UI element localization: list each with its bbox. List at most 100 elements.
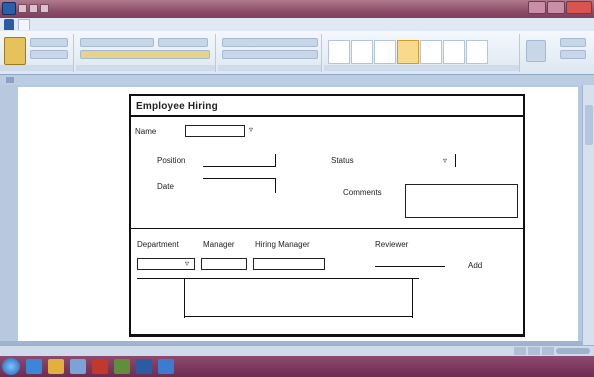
comments-field[interactable] [405,184,518,218]
tab-home[interactable] [18,19,30,30]
full-screen-icon[interactable] [528,347,540,355]
notes-top-rule [137,278,419,279]
status-bar [0,345,594,356]
name-label: Name [135,127,157,136]
date-label: Date [157,182,174,191]
copy-button[interactable] [30,50,68,59]
quick-access-toolbar [18,4,49,14]
web-layout-icon[interactable] [542,347,554,355]
tab-review[interactable] [76,19,86,30]
ribbon-tabs [0,18,594,31]
department-label: Department [137,240,179,249]
position-field-edge [275,154,276,167]
close-button[interactable] [566,1,592,14]
ribbon-group-paragraph [218,34,322,72]
hiring-form: Employee Hiring Name ▿ Position Date Sta… [129,94,525,337]
date-field-edge [275,178,276,193]
taskbar [0,356,594,377]
status-label: Status [331,156,354,165]
ribbon-group-font [76,34,216,72]
ribbon-group-label [324,65,519,71]
list-buttons[interactable] [222,38,318,47]
app-icon[interactable] [158,359,174,374]
date-field[interactable] [203,178,275,179]
notes-right-rule [412,278,413,318]
word-app-icon[interactable] [2,2,16,15]
form-bottom-rule [131,334,523,335]
hiring-manager-label: Hiring Manager [255,240,310,249]
add-button[interactable]: Add [465,261,485,270]
hiring-manager-field[interactable] [253,258,325,270]
minimize-button[interactable] [528,1,546,14]
maximize-button[interactable] [547,1,565,14]
form-header: Employee Hiring [131,96,523,117]
media-icon[interactable] [70,359,86,374]
chevron-down-icon[interactable]: ▿ [249,126,253,134]
style-tile[interactable] [374,40,396,64]
style-tile[interactable] [466,40,488,64]
vertical-scrollbar[interactable] [582,85,594,345]
styles-gallery [328,40,488,64]
scroll-thumb[interactable] [585,105,593,145]
style-tile[interactable] [420,40,442,64]
font-size-select[interactable] [158,38,208,47]
replace-button[interactable] [560,50,586,59]
ribbon-group-label [218,65,321,71]
status-field-edge[interactable] [455,154,456,167]
style-tile[interactable] [443,40,465,64]
chevron-down-icon[interactable]: ▿ [185,260,189,268]
style-tile[interactable] [328,40,350,64]
notes-column-rule [184,278,185,318]
tab-page-layout[interactable] [48,19,58,30]
undo-icon[interactable] [29,4,38,13]
style-tile-selected[interactable] [397,40,419,64]
tab-references[interactable] [62,19,72,30]
font-family-select[interactable] [80,38,154,47]
reviewer-label: Reviewer [375,240,409,249]
ribbon-group-change-styles [522,34,552,72]
comments-label: Comments [343,188,382,197]
folder-icon[interactable] [48,359,64,374]
ribbon-group-label [76,65,215,71]
chevron-down-icon[interactable]: ▿ [443,157,447,165]
app-icon[interactable] [92,359,108,374]
redo-icon[interactable] [40,4,49,13]
style-tile[interactable] [351,40,373,64]
tab-view[interactable] [90,19,100,30]
app-icon[interactable] [114,359,130,374]
ribbon-group-editing [556,34,592,72]
name-field[interactable] [185,125,245,137]
manager-label: Manager [203,240,235,249]
cut-button[interactable] [30,38,68,47]
change-styles-button[interactable] [526,40,546,62]
position-label: Position [157,156,186,165]
ruler [0,75,594,85]
ribbon-group-clipboard [0,34,74,72]
ribbon [0,31,594,75]
word-icon[interactable] [136,359,152,374]
start-button[interactable] [2,358,20,375]
manager-field[interactable] [201,258,247,270]
paste-icon[interactable] [4,37,26,65]
tab-file[interactable] [4,19,14,30]
form-title: Employee Hiring [136,101,218,112]
zoom-slider[interactable] [556,348,590,354]
ribbon-group-styles [324,34,520,72]
taskbar-apps [26,359,174,374]
save-icon[interactable] [18,4,27,13]
ruler-tab-selector[interactable] [6,77,14,83]
print-layout-icon[interactable] [514,347,526,355]
section-divider [131,228,523,229]
find-button[interactable] [560,38,586,47]
ribbon-group-label [0,65,73,71]
font-format-buttons[interactable] [80,50,210,59]
ie-icon[interactable] [26,359,42,374]
alignment-buttons[interactable] [222,50,318,59]
tab-insert[interactable] [34,19,44,30]
window-controls [528,1,592,14]
notes-field[interactable] [184,316,412,317]
view-buttons [514,347,554,355]
window-titlebar [0,0,594,18]
position-field[interactable] [203,166,275,167]
reviewer-field[interactable] [375,266,445,267]
